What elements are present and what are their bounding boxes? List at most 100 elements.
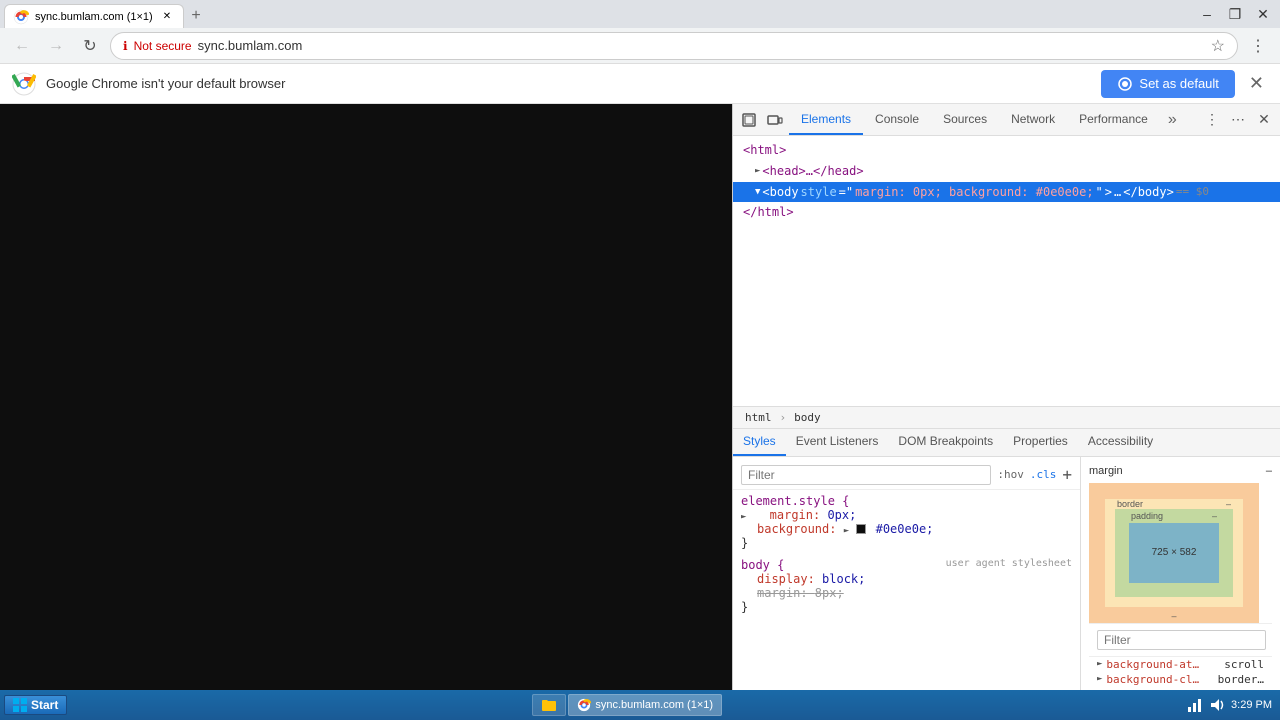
devtools-more-button[interactable]: ⋯ [1226, 108, 1250, 132]
css-rule-element-style: element.style { ► margin: 0px; backgroun… [733, 490, 1080, 554]
breadcrumb-body[interactable]: body [790, 410, 825, 425]
styles-tab-accessibility[interactable]: Accessibility [1078, 429, 1163, 456]
filter-hov-button[interactable]: :hov [997, 468, 1024, 481]
maximize-button[interactable]: ❐ [1222, 3, 1248, 25]
breadcrumb-separator: › [780, 411, 787, 424]
start-button[interactable]: Start [4, 695, 67, 715]
new-tab-button[interactable]: + [184, 4, 208, 28]
chrome-menu-button[interactable]: ⋮ [1244, 32, 1272, 60]
dom-equals-label: == $0 [1176, 184, 1209, 199]
css-prop-bg: background: [757, 522, 844, 536]
breadcrumb-html[interactable]: html [741, 410, 776, 425]
prop-bg-arrow[interactable]: ► [844, 526, 849, 536]
taskbar-chrome-icon [577, 698, 591, 712]
content-area: Elements Console Sources Network Perform… [0, 104, 1280, 690]
dom-line-html[interactable]: <html> [733, 140, 1280, 161]
styles-tab-dom-breakpoints[interactable]: DOM Breakpoints [888, 429, 1003, 456]
address-bar[interactable]: ℹ Not secure sync.bumlam.com ☆ [110, 32, 1238, 60]
dom-line-body[interactable]: ▼ <body style="margin: 0px; background: … [733, 182, 1280, 203]
css-rule1-close: } [741, 536, 748, 550]
devtools-actions: ⋮ ⋯ ✕ [1200, 108, 1276, 132]
devtools-toolbar: Elements Console Sources Network Perform… [733, 104, 1280, 136]
forward-button[interactable]: → [42, 32, 70, 60]
computed-prop-value: border… [1218, 673, 1264, 686]
bm-border-dash: – [1226, 499, 1231, 509]
computed-prop-name: background-cl… [1106, 673, 1217, 686]
css-filter-input[interactable] [741, 465, 991, 485]
head-arrow[interactable]: ► [755, 165, 760, 178]
css-val-margin-ua: 8px; [815, 586, 844, 600]
browser-toolbar: ← → ↻ ℹ Not secure sync.bumlam.com ☆ ⋮ [0, 28, 1280, 64]
devtools-close-button[interactable]: ✕ [1252, 108, 1276, 132]
breadcrumb: html › body [733, 407, 1280, 429]
color-swatch-black[interactable] [856, 524, 866, 534]
computed-row-arrow[interactable]: ► [1097, 674, 1102, 684]
content-size: 725 × 582 [1152, 547, 1197, 558]
dom-line-head[interactable]: ► <head>…</head> [733, 161, 1280, 182]
more-tabs-button[interactable]: » [1160, 111, 1185, 129]
network-icon [1187, 697, 1203, 713]
tab-close-button[interactable]: ✕ [159, 9, 175, 25]
taskbar: Start sync.bumlam.com (1×1) [0, 690, 1280, 720]
styles-tab-event-listeners[interactable]: Event Listeners [786, 429, 889, 456]
devtools-tabs: Elements Console Sources Network Perform… [789, 104, 1198, 135]
taskbar-explorer-button[interactable] [532, 694, 566, 716]
add-style-button[interactable]: + [1062, 465, 1072, 484]
css-panel: :hov .cls + element.style { ► margin: [733, 457, 1080, 691]
dom-line-html-close[interactable]: </html> [733, 202, 1280, 223]
css-source-ua: user agent stylesheet [946, 558, 1072, 569]
css-val-display: block; [822, 572, 865, 586]
css-prop-display: display: [757, 572, 822, 586]
css-prop-margin: margin: [770, 508, 828, 522]
devtools-panel: Elements Console Sources Network Perform… [732, 104, 1280, 690]
content-box: 725 × 582 [1129, 523, 1219, 583]
computed-list: ►background-at…scroll►background-cl…bord… [1089, 657, 1272, 691]
prop-margin-arrow[interactable]: ► [741, 512, 746, 522]
computed-filter-input[interactable] [1097, 630, 1266, 650]
css-prop-margin-ua: margin: [757, 586, 815, 600]
volume-icon [1209, 697, 1225, 713]
computed-row[interactable]: ►background-at…scroll [1089, 657, 1272, 672]
css-selector-body: body { [741, 558, 784, 572]
box-model-minus[interactable]: – [1266, 465, 1272, 477]
taskbar-chrome-button[interactable]: sync.bumlam.com (1×1) [568, 694, 722, 716]
inspect-element-button[interactable] [737, 108, 761, 132]
head-tag: <head>…</head> [762, 163, 863, 180]
taskbar-chrome-label: sync.bumlam.com (1×1) [595, 699, 713, 711]
start-label: Start [31, 698, 58, 712]
filter-cls-button[interactable]: .cls [1030, 468, 1057, 481]
set-default-button[interactable]: Set as default [1101, 70, 1235, 98]
styles-tab-properties[interactable]: Properties [1003, 429, 1078, 456]
bm-padding-label: padding [1131, 511, 1163, 521]
css-val-bg: #0e0e0e; [876, 522, 934, 536]
computed-row[interactable]: ► background-cl…border… [1089, 672, 1272, 687]
body-style-value: margin: 0px; background: #0e0e0e; [855, 184, 1093, 201]
taskbar-left: Start [4, 695, 67, 715]
notification-close-button[interactable]: ✕ [1245, 69, 1268, 98]
bookmark-button[interactable]: ☆ [1211, 36, 1225, 56]
tab-network[interactable]: Network [999, 104, 1067, 135]
tab-elements[interactable]: Elements [789, 104, 863, 135]
body-arrow[interactable]: ▼ [755, 186, 760, 199]
bm-border-label: border [1117, 499, 1143, 509]
box-model-title: margin – [1089, 465, 1272, 477]
dom-tree: <html> ► <head>…</head> ▼ <body style="m… [733, 136, 1280, 407]
devtools-settings-button[interactable]: ⋮ [1200, 108, 1224, 132]
styles-tab-styles[interactable]: Styles [733, 429, 786, 456]
minimize-button[interactable]: – [1194, 3, 1220, 25]
back-button[interactable]: ← [8, 32, 36, 60]
html-close-tag: </html> [743, 204, 794, 221]
close-button[interactable]: ✕ [1250, 3, 1276, 25]
computed-row-arrow[interactable]: ► [1097, 659, 1102, 669]
refresh-button[interactable]: ↻ [76, 32, 104, 60]
device-toggle-button[interactable] [763, 108, 787, 132]
chrome-logo-icon [12, 72, 36, 96]
tab-console[interactable]: Console [863, 104, 931, 135]
tab-sources[interactable]: Sources [931, 104, 999, 135]
page-content [0, 104, 732, 690]
tab-performance[interactable]: Performance [1067, 104, 1160, 135]
body-tag: <body [762, 184, 798, 201]
styles-content: :hov .cls + element.style { ► margin: [733, 457, 1280, 691]
bm-bottom-dash: – [1171, 611, 1176, 621]
active-tab[interactable]: sync.bumlam.com (1×1) ✕ [4, 4, 184, 28]
